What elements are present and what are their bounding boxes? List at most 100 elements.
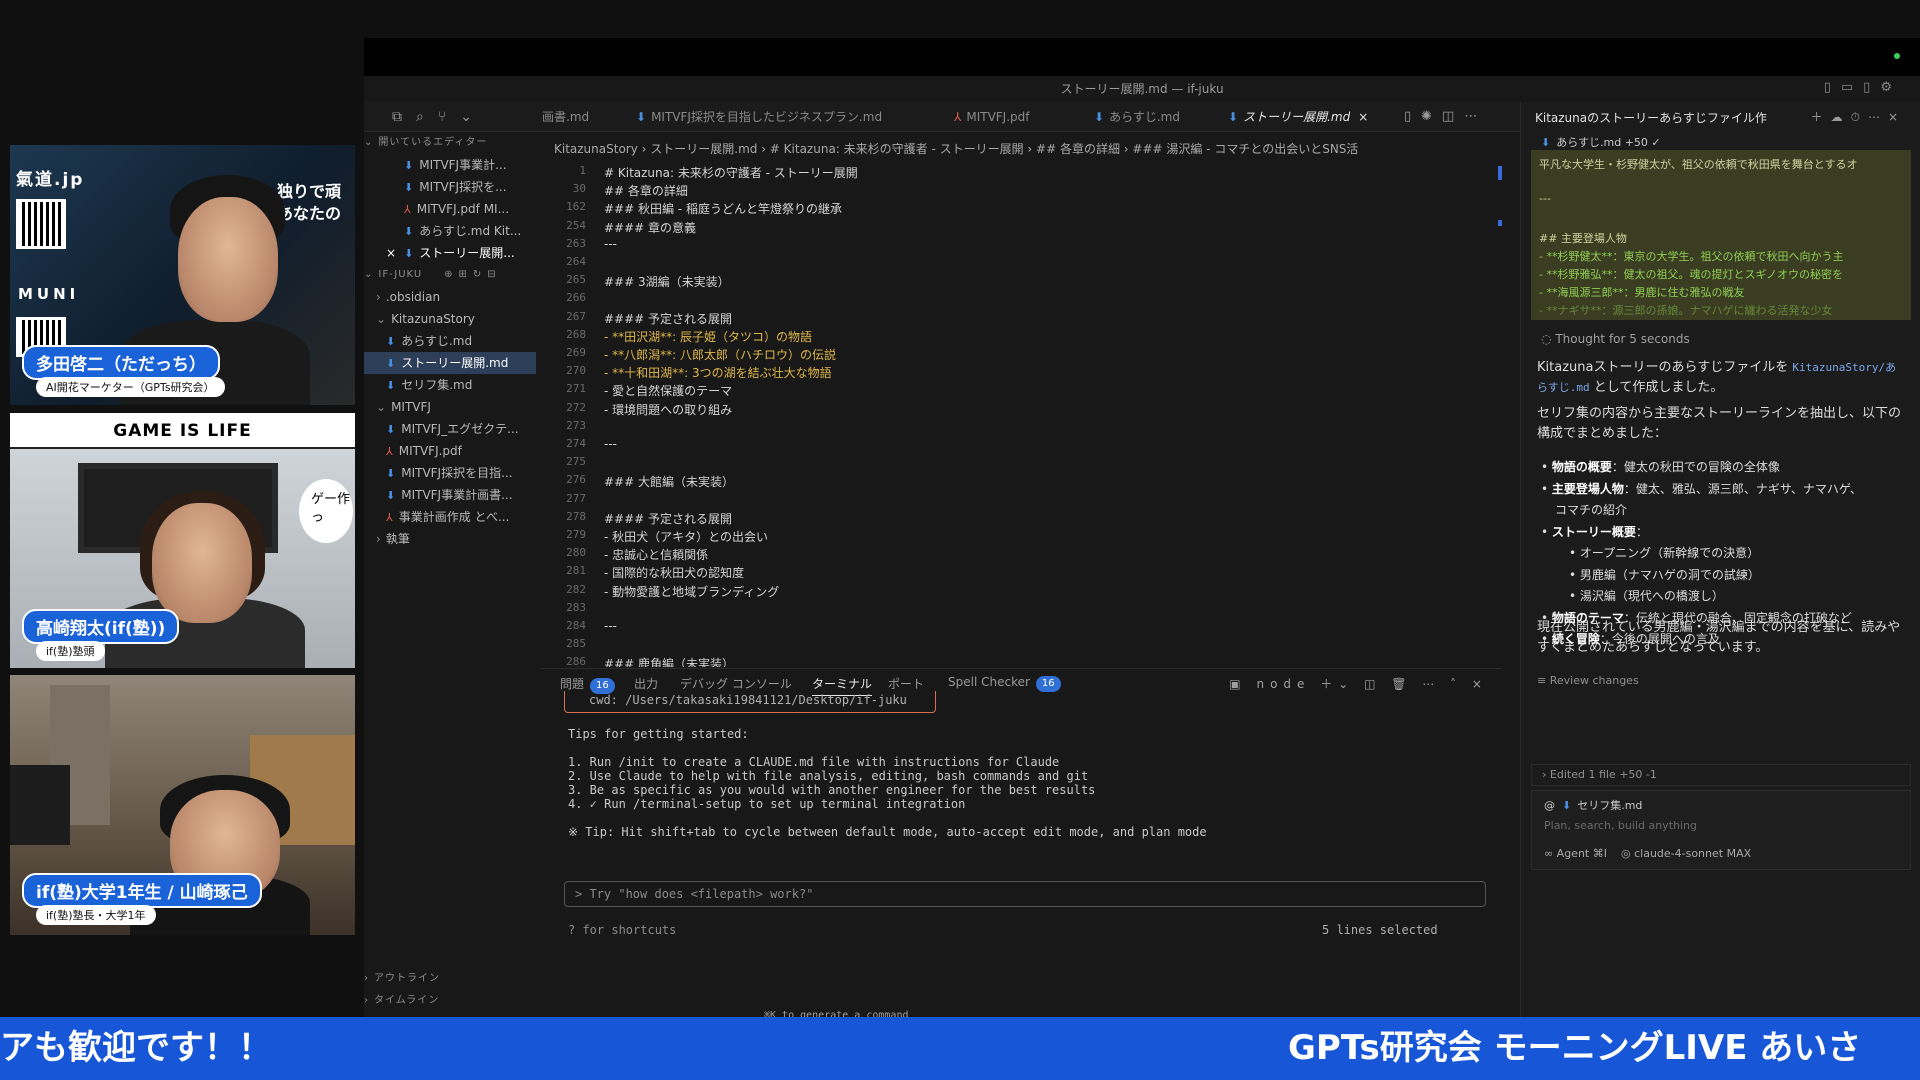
file-item[interactable]: ⬇ MITVFJ事業計画書... (364, 484, 536, 506)
chevron-right-icon: › (1542, 768, 1547, 781)
name-tag: if(塾)大学1年生 / 山崎琢己 (22, 873, 262, 908)
file-arasuji[interactable]: ⬇ あらすじ.md (364, 330, 536, 352)
file-serifu[interactable]: ⬇ セリフ集.md (364, 374, 536, 396)
tab-arasuji[interactable]: ⬇ あらすじ.md (1094, 102, 1180, 132)
tab-output[interactable]: 出力 (634, 675, 658, 692)
model-selector: claude-4-sonnet MAX (1634, 847, 1752, 860)
layout-icons[interactable]: ▯▭▯⚙ (1824, 80, 1902, 95)
chat-bullet: • ストーリー概要： (1541, 524, 1648, 539)
chat-input-box[interactable]: @ ⬇ セリフ集.md Plan, search, build anything … (1531, 790, 1911, 870)
line-number: 275 (566, 455, 586, 469)
breadcrumb[interactable]: KitazunaStory › ストーリー展開.md › # Kitazuna:… (554, 138, 1504, 160)
timeline-section[interactable]: › タイムライン (364, 990, 536, 1012)
claude-prompt-input[interactable]: > Try "how does <filepath> work?" (564, 881, 1486, 907)
folder-kitazunastory[interactable]: ⌄ KitazunaStory (364, 308, 536, 330)
thought-indicator[interactable]: ◌ Thought for 5 seconds (1541, 332, 1690, 346)
open-editors-header[interactable]: ⌄ 開いているエディター (364, 132, 536, 154)
terminal-toolbar[interactable]: ▣ node ＋⌄ ◫ 🗑 ⋯ ˄ × (1229, 675, 1488, 692)
context-file-chip[interactable]: @ ⬇ セリフ集.md (1544, 797, 1642, 813)
file-story[interactable]: ⬇ ストーリー展開.md (364, 352, 536, 374)
code-line: ### 3湖編（未実装） (604, 275, 730, 290)
review-changes-button[interactable]: ≡ Review changes (1537, 674, 1639, 687)
chat-title: Kitazunaのストーリーあらすじファイル作 (1535, 111, 1767, 125)
line-number: 278 (566, 509, 586, 523)
folder-mitvfj[interactable]: ⌄ MITVFJ (364, 396, 536, 418)
thought-icon: ◌ (1541, 332, 1552, 346)
outline-section[interactable]: › アウトライン (364, 968, 536, 990)
code-line: - **田沢湖**: 辰子姫（タツコ）の物語 (604, 329, 813, 344)
open-editor-item[interactable]: ⬇ MITVFJ採択を... (364, 176, 536, 198)
code-line: --- (604, 437, 617, 451)
close-icon[interactable]: × (1358, 110, 1368, 124)
file-item[interactable]: ⬇ MITVFJ_エグゼクテ... (364, 418, 536, 440)
brand-text: 氣道.jp (16, 170, 85, 190)
activity-icons[interactable]: ⧉⌕⑂⌄ (392, 109, 486, 125)
folder-shippitsu[interactable]: › 執筆 (364, 528, 536, 550)
tab-ports[interactable]: ポート (888, 675, 924, 692)
line-number: 30 (572, 182, 586, 196)
window-top-strip (364, 38, 1920, 76)
line-number: 269 (566, 346, 586, 359)
editor-actions[interactable]: ▯✺◫⋯ (1404, 109, 1487, 124)
markdown-icon: ⬇ (1228, 110, 1239, 124)
webcam-tada: 氣道.jp MUNI 独りで頑 あなたの 多田啓二（ただっち） AI開花マーケタ… (10, 145, 355, 405)
tab-story[interactable]: ⬇ ストーリー展開.md × (1228, 102, 1368, 132)
ticker-text-right: GPTs研究会 モーニングLIVE あいさ (1288, 1028, 1862, 1068)
line-number: 267 (566, 309, 586, 323)
open-editor-item-active[interactable]: × ⬇ ストーリー展開... (364, 242, 536, 264)
chat-input[interactable]: Plan, search, build anything (1544, 819, 1697, 832)
open-editor-item[interactable]: ⬇ MITVFJ事業計... (364, 154, 536, 176)
selection-status: 5 lines selected (1322, 923, 1438, 937)
diff-line: - **杉野健太**：東京の大学生。祖父の依頼で秋田へ向かう主 (1539, 250, 1844, 263)
line-number: 264 (566, 255, 586, 268)
agent-selector[interactable]: ∞ Agent ⌘I ◎ claude-4-sonnet MAX (1544, 847, 1751, 860)
line-number: 286 (566, 655, 586, 667)
name-tag: 高崎翔太(if(塾)) (22, 609, 180, 644)
tab-business-plan[interactable]: ⬇ MITVFJ採択を目指したビジネスプラン.md (636, 102, 882, 132)
code-line: - 動物愛護と地域ブランディング (604, 584, 780, 599)
code-line: - 愛と自然保護のテーマ (604, 384, 733, 399)
open-editor-item[interactable]: ⅄ MITVFJ.pdf MI... (364, 198, 536, 220)
line-number: 273 (566, 418, 586, 432)
line-number: 270 (566, 364, 586, 378)
file-item[interactable]: ⬇ MITVFJ採択を目指... (364, 462, 536, 484)
tab-plan[interactable]: 画書.md (542, 102, 589, 132)
tab-mitvfj-pdf[interactable]: ⅄ MITVFJ.pdf (954, 102, 1030, 132)
file-item[interactable]: ⅄ 事業計画作成 とべ... (364, 506, 536, 528)
code-line: ## 各章の詳細 (604, 184, 688, 199)
chat-actions[interactable]: ＋☁⏱⋯× (1811, 108, 1906, 125)
model-icon: ◎ (1620, 847, 1631, 860)
line-number: 274 (566, 437, 586, 450)
name-tag: 多田啓二（ただっち） (22, 345, 220, 380)
explorer-actions-icon: ⊕⊞↻⊟ (444, 269, 502, 280)
open-editor-item[interactable]: ⬇ あらすじ.md Kit... (364, 220, 536, 242)
tab-spell-checker[interactable]: Spell Checker 16 (948, 675, 1061, 692)
diff-line: - **海風源三郎**：男鹿に住む雅弘の戦友 (1539, 286, 1745, 299)
spell-count-badge: 16 (1035, 676, 1061, 692)
tab-debug-console[interactable]: デバッグ コンソール (680, 675, 792, 692)
folder-obsidian[interactable]: › .obsidian (364, 286, 536, 308)
code-line: - **十和田湖**: 3つの湖を結ぶ壮大な物語 (604, 366, 832, 381)
diff-preview: 平凡な大学生・杉野健太が、祖父の依頼で秋田県を舞台とするオ --- ## 主要登… (1531, 150, 1911, 320)
workspace-header[interactable]: ⌄ IF-JUKU ⊕⊞↻⊟ (364, 264, 536, 286)
stream-ticker: アも歓迎です！！ GPTs研究会 モーニングLIVE あいさ (0, 1017, 1920, 1080)
line-number: 271 (566, 382, 586, 396)
line-number: 254 (566, 218, 586, 232)
at-icon: @ (1544, 799, 1555, 812)
code-line: - 環境問題への取り組み (604, 402, 733, 417)
file-item[interactable]: ⅄ MITVFJ.pdf (364, 440, 536, 462)
line-number: 162 (566, 200, 586, 214)
line-number: 280 (566, 546, 586, 560)
edited-files-bar[interactable]: › Edited 1 file +50 -1 (1531, 764, 1911, 786)
webcam-takasaki: GAME IS LIFE ゲー作っ 高崎翔太(if(塾)) if(塾)塾頭 (10, 413, 355, 668)
code-line: ### 秋田編 - 稲庭うどんと竿燈祭りの継承 (604, 202, 842, 217)
line-number: 268 (566, 327, 586, 341)
scroll-marker (1498, 166, 1502, 180)
line-number: 284 (566, 619, 586, 632)
code-area[interactable]: 1 # Kitazuna: 未来杉の守護者 - ストーリー展開 30 ## 各章の詳細… (542, 162, 1502, 667)
name-subtitle: AI開花マーケター（GPTs研究会） (36, 377, 225, 397)
code-editor-window: ストーリー展開.md — if-juku ▯▭▯⚙ ⧉⌕⑂⌄ 画書.md ⬇ MI… (364, 38, 1920, 1021)
markdown-icon: ⬇ (636, 110, 647, 124)
diff-file-label[interactable]: ⬇ あらすじ.md +50 ✓ (1541, 134, 1661, 150)
terminal-tip: 3. Be as specific as you would with anot… (568, 783, 1096, 797)
